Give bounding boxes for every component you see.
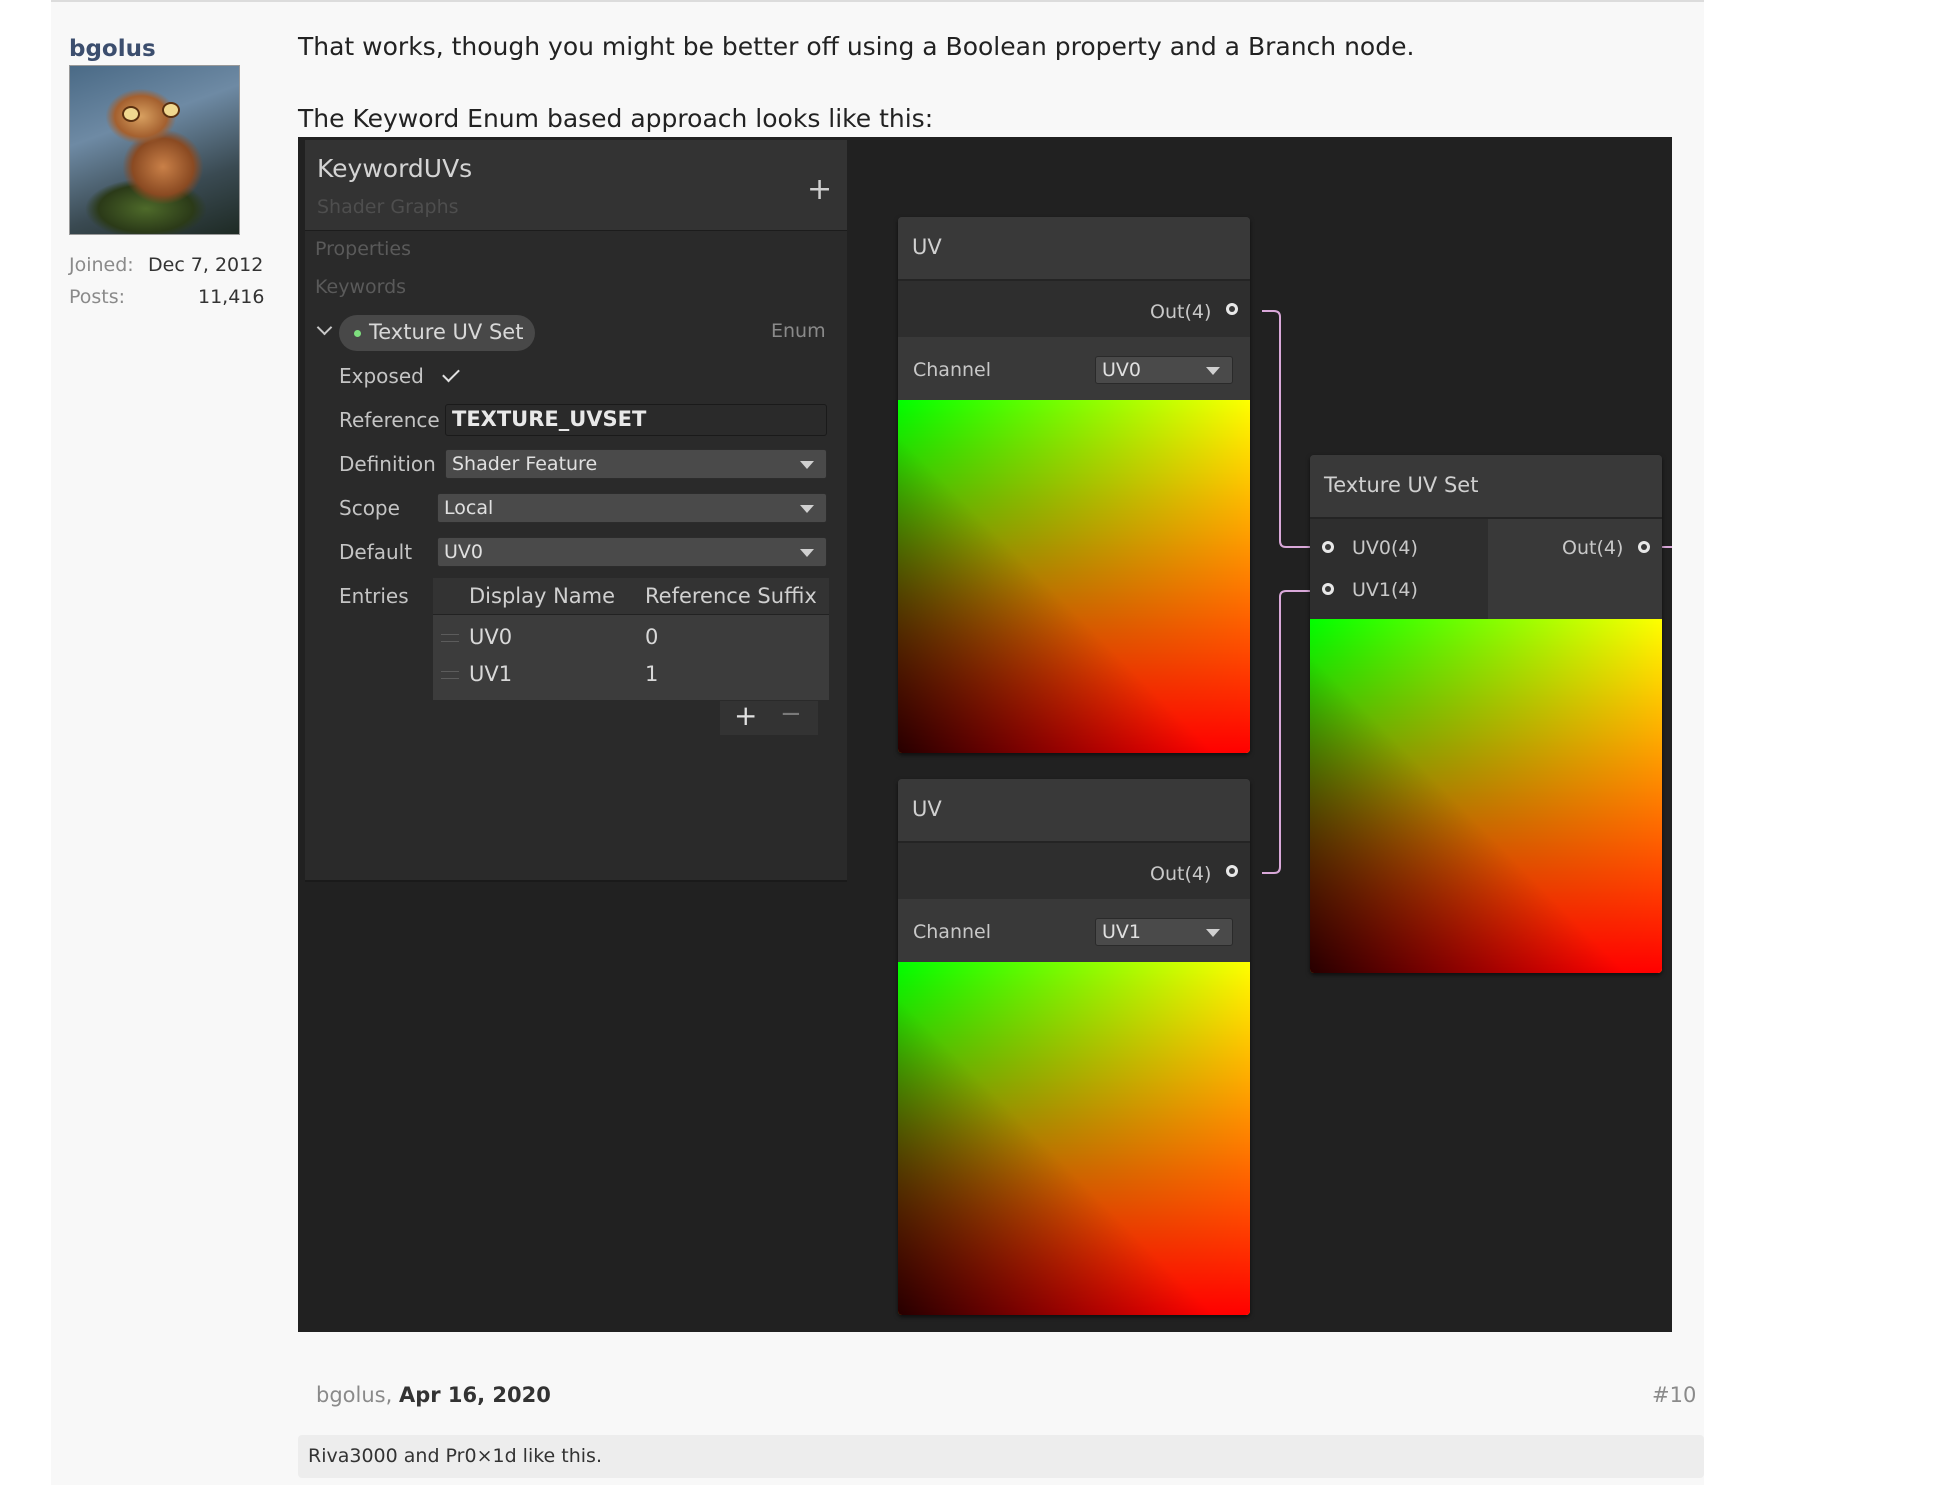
- message-line: That works, though you might be better o…: [298, 32, 1415, 61]
- post-author-link[interactable]: bgolus,: [316, 1383, 392, 1407]
- output-label: Out(4): [1150, 301, 1212, 323]
- preview-gradient: [898, 962, 1250, 1315]
- input-label: UV1(4): [1352, 579, 1418, 601]
- likes-text[interactable]: Riva3000 and Pr0×1d like this.: [308, 1445, 602, 1467]
- posts-stat: Posts: 11,416: [69, 286, 264, 308]
- username-link[interactable]: bgolus: [69, 36, 156, 62]
- posts-value: 11,416: [198, 286, 265, 308]
- uv-preview: [898, 962, 1250, 1315]
- message-line: The Keyword Enum based approach looks li…: [298, 104, 934, 133]
- output-label: Out(4): [1150, 863, 1212, 885]
- input-label: UV0(4): [1352, 537, 1418, 559]
- channel-value: UV0: [1102, 359, 1141, 381]
- shader-graph-screenshot[interactable]: KeywordUVs Shader Graphs + Properties Ke…: [298, 137, 1672, 1332]
- channel-dropdown[interactable]: UV1: [1095, 918, 1233, 946]
- channel-dropdown[interactable]: UV0: [1095, 356, 1233, 384]
- uv-node[interactable]: UV Out(4) Channel UV0: [898, 217, 1250, 753]
- uv-preview: [898, 400, 1250, 753]
- output-label: Out(4): [1562, 537, 1624, 559]
- post-date-link[interactable]: Apr 16, 2020: [399, 1383, 551, 1407]
- avatar[interactable]: [69, 65, 240, 235]
- keyword-node[interactable]: Texture UV Set UV0(4) UV1(4) Out(4): [1310, 455, 1662, 973]
- keyword-preview: [1310, 619, 1662, 973]
- node-header: [898, 217, 1250, 281]
- preview-gradient: [898, 400, 1250, 753]
- avatar-detail: [162, 102, 180, 118]
- dropdown-arrow-icon: [1206, 367, 1220, 375]
- node-title: UV: [912, 797, 942, 821]
- likes-bar: Riva3000 and Pr0×1d like this.: [298, 1435, 1704, 1478]
- channel-label: Channel: [913, 359, 992, 381]
- channel-value: UV1: [1102, 921, 1141, 943]
- joined-stat: Joined: Dec 7, 2012: [69, 254, 263, 276]
- output-port[interactable]: [1226, 303, 1238, 315]
- post-number-link[interactable]: #10: [1652, 1383, 1696, 1407]
- preview-gradient: [1310, 619, 1662, 973]
- post-meta: bgolus, Apr 16, 2020: [316, 1383, 551, 1407]
- posts-label: Posts:: [69, 286, 126, 308]
- node-title: Texture UV Set: [1324, 473, 1479, 497]
- output-port[interactable]: [1226, 865, 1238, 877]
- uv-node[interactable]: UV Out(4) Channel UV1: [898, 779, 1250, 1315]
- joined-value: Dec 7, 2012: [148, 254, 264, 276]
- avatar-detail: [122, 106, 140, 122]
- node-header: [898, 779, 1250, 843]
- input-port[interactable]: [1322, 541, 1334, 553]
- output-port[interactable]: [1638, 541, 1650, 553]
- joined-label: Joined:: [69, 254, 134, 276]
- input-port[interactable]: [1322, 583, 1334, 595]
- dropdown-arrow-icon: [1206, 929, 1220, 937]
- node-inputs: [1310, 519, 1488, 619]
- node-title: UV: [912, 235, 942, 259]
- channel-label: Channel: [913, 921, 992, 943]
